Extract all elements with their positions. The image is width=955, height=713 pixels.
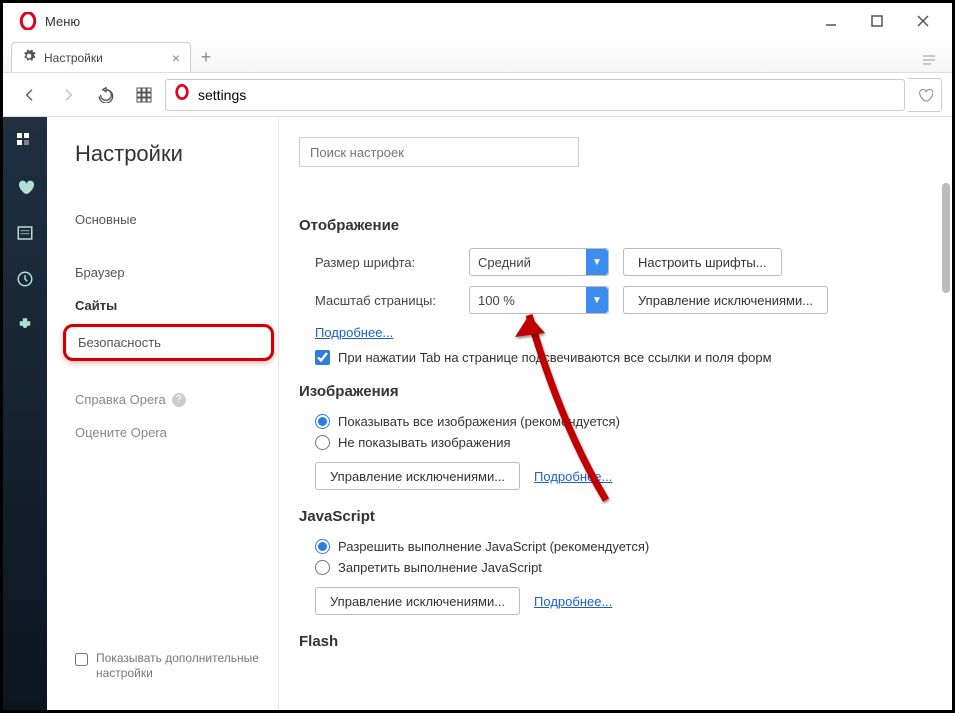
chevron-down-icon: ▼	[586, 287, 608, 313]
page-title: Настройки	[75, 141, 262, 167]
gear-icon	[22, 49, 36, 66]
navigation-toolbar	[3, 73, 952, 117]
section-javascript: JavaScript	[299, 508, 928, 525]
nav-help[interactable]: Справка Opera?	[75, 383, 262, 416]
history-clock-icon[interactable]	[15, 269, 35, 289]
images-exceptions-button[interactable]: Управление исключениями...	[315, 462, 520, 490]
extensions-icon[interactable]	[15, 315, 35, 335]
window-titlebar: Меню	[3, 3, 952, 39]
js-allow-radio[interactable]	[315, 539, 330, 554]
question-icon: ?	[172, 393, 186, 407]
tab-title: Настройки	[44, 51, 103, 65]
section-images: Изображения	[299, 383, 928, 400]
section-display: Отображение	[299, 217, 928, 234]
images-more-link[interactable]: Подробнее...	[534, 469, 612, 484]
address-bar[interactable]	[165, 79, 905, 111]
js-allow-label: Разрешить выполнение JavaScript (рекомен…	[338, 539, 649, 554]
section-flash: Flash	[299, 633, 928, 650]
chevron-down-icon: ▼	[586, 249, 608, 275]
tab-highlight-label: При нажатии Tab на странице подсвечивают…	[338, 350, 772, 365]
nav-basic[interactable]: Основные	[75, 203, 262, 236]
bookmark-heart-button[interactable]	[908, 78, 942, 112]
nav-browser[interactable]: Браузер	[75, 256, 262, 289]
nav-security[interactable]: Безопасность	[63, 324, 274, 361]
font-size-label: Размер шрифта:	[315, 255, 455, 270]
display-more-link[interactable]: Подробнее...	[315, 325, 393, 340]
tab-bar: Настройки × +	[3, 39, 952, 73]
scrollbar-thumb[interactable]	[942, 183, 950, 293]
js-deny-label: Запретить выполнение JavaScript	[338, 560, 542, 575]
tab-settings[interactable]: Настройки ×	[11, 42, 191, 72]
images-hide-label: Не показывать изображения	[338, 435, 511, 450]
customize-fonts-button[interactable]: Настроить шрифты...	[623, 248, 782, 276]
bookmarks-heart-icon[interactable]	[15, 177, 35, 197]
forward-button[interactable]	[51, 78, 85, 112]
maximize-button[interactable]	[854, 5, 900, 37]
opera-logo-icon	[19, 12, 37, 30]
images-show-label: Показывать все изображения (рекомендуетс…	[338, 414, 620, 429]
minimize-button[interactable]	[808, 5, 854, 37]
js-deny-radio[interactable]	[315, 560, 330, 575]
left-rail	[3, 117, 47, 710]
settings-sidebar: Настройки Основные Браузер Сайты Безопас…	[47, 117, 279, 710]
news-icon[interactable]	[15, 223, 35, 243]
speed-dial-button[interactable]	[127, 78, 161, 112]
settings-main: Отображение Размер шрифта: Средний▼ Наст…	[279, 117, 952, 710]
settings-search-input[interactable]	[299, 137, 579, 167]
speed-dial-icon[interactable]	[15, 131, 35, 151]
font-size-select[interactable]: Средний▼	[469, 248, 609, 276]
page-zoom-select[interactable]: 100 %▼	[469, 286, 609, 314]
zoom-exceptions-button[interactable]: Управление исключениями...	[623, 286, 828, 314]
nav-sites[interactable]: Сайты	[75, 289, 262, 322]
images-show-radio[interactable]	[315, 414, 330, 429]
js-more-link[interactable]: Подробнее...	[534, 594, 612, 609]
back-button[interactable]	[13, 78, 47, 112]
opera-badge-icon	[174, 84, 190, 105]
reload-button[interactable]	[89, 78, 123, 112]
tab-menu-icon[interactable]	[906, 53, 952, 72]
images-hide-radio[interactable]	[315, 435, 330, 450]
new-tab-button[interactable]: +	[191, 42, 221, 72]
nav-rate[interactable]: Оцените Opera	[75, 416, 262, 449]
menu-label[interactable]: Меню	[45, 14, 80, 29]
js-exceptions-button[interactable]: Управление исключениями...	[315, 587, 520, 615]
tab-highlight-checkbox[interactable]	[315, 350, 330, 365]
close-tab-icon[interactable]: ×	[172, 50, 180, 66]
page-zoom-label: Масштаб страницы:	[315, 293, 455, 308]
advanced-checkbox-input[interactable]	[75, 653, 88, 666]
show-advanced-checkbox[interactable]: Показывать дополнительные настройки	[75, 651, 262, 682]
advanced-checkbox-label: Показывать дополнительные настройки	[96, 651, 262, 682]
address-input[interactable]	[198, 87, 896, 103]
close-window-button[interactable]	[900, 5, 946, 37]
